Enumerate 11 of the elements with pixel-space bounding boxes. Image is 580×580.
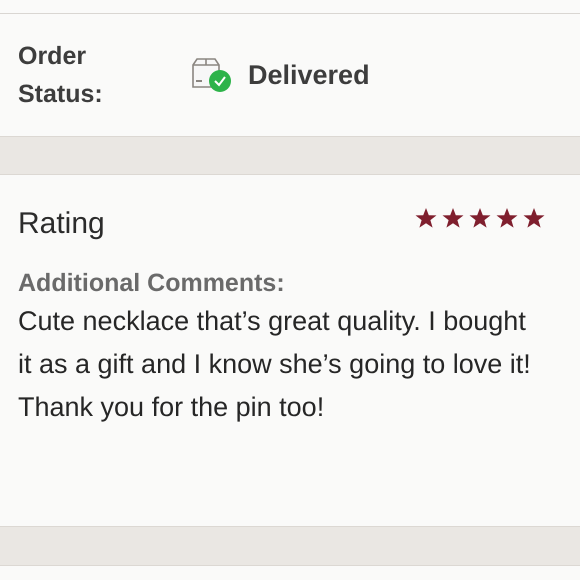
star-icon [441,207,465,229]
order-status-label: Order Status: [18,41,104,110]
comment-text: Cute necklace that’s great quality. I bought it as a gift and I know she’s going to love it! Thank you for the pin too! [18,305,532,424]
comments-label: Additional Comments: [18,269,286,298]
rating-label: Rating [18,207,105,241]
order-status-value: Delivered [248,60,370,90]
star-icon [522,207,546,229]
star-icon [495,207,519,229]
star-icon [468,207,492,229]
star-icon [414,207,438,229]
delivered-box-icon [190,57,232,93]
